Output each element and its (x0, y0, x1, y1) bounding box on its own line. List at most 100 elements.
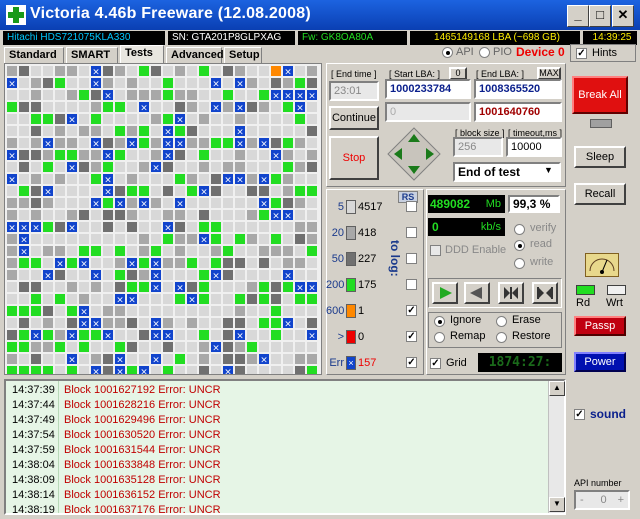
close-button[interactable]: ✕ (612, 5, 634, 27)
power-button[interactable]: Power (574, 352, 626, 372)
scan-block (151, 246, 161, 256)
ignore-radio[interactable] (434, 316, 445, 327)
stat-color-swatch (346, 304, 356, 318)
ddd-checkbox[interactable] (430, 245, 441, 256)
error-mark: × (92, 320, 100, 330)
scan-block (67, 366, 77, 374)
sleep-button[interactable]: Sleep (574, 146, 626, 168)
stat-log-checkbox[interactable]: ✓ (406, 305, 417, 316)
tab-advanced[interactable]: Advanced (166, 47, 224, 63)
verify-radio[interactable] (514, 224, 525, 235)
api-radio[interactable] (442, 47, 453, 58)
rewind-button[interactable] (464, 282, 490, 304)
hints-checkbox[interactable]: ✓ (576, 48, 587, 59)
scan-block (175, 210, 185, 220)
scroll-up-icon[interactable]: ▲ (549, 381, 565, 396)
tab-smart[interactable]: SMART (66, 47, 118, 63)
timeout-select[interactable]: 10000 (506, 137, 562, 157)
recall-button[interactable]: Recall (574, 183, 626, 205)
scan-block (67, 174, 77, 184)
scan-block (295, 138, 305, 148)
chevron-down-icon[interactable]: ▼ (544, 165, 553, 175)
maximize-button[interactable]: □ (589, 5, 611, 27)
scan-block (79, 330, 89, 340)
scan-block (115, 306, 125, 316)
scan-block (67, 126, 77, 136)
minus-icon[interactable]: - (580, 492, 584, 508)
hints-label: Hints (592, 47, 618, 59)
play-button[interactable] (432, 282, 458, 304)
stat-log-checkbox[interactable] (406, 279, 417, 290)
scan-block (151, 114, 161, 124)
scan-block (247, 198, 257, 208)
stat-log-checkbox[interactable]: ✓ (406, 331, 417, 342)
end-time-field[interactable]: 23:01 (329, 81, 379, 101)
scan-block (7, 234, 17, 244)
stop-button[interactable]: Stop (329, 136, 379, 180)
passp-button[interactable]: Passp (574, 316, 626, 336)
scan-block (31, 90, 41, 100)
scan-block (55, 138, 65, 148)
scan-block (19, 66, 29, 76)
scan-block (199, 330, 209, 340)
stat-log-checkbox[interactable] (406, 227, 417, 238)
break-all-button[interactable]: Break All (572, 76, 628, 114)
error-mark: × (152, 356, 160, 366)
scan-block (91, 258, 101, 268)
direction-pad-icon[interactable] (386, 126, 442, 182)
stat-log-checkbox[interactable] (406, 201, 417, 212)
scan-block (43, 354, 53, 364)
scan-block (67, 210, 77, 220)
scan-block (223, 234, 233, 244)
scan-block (19, 306, 29, 316)
read-radio[interactable] (514, 240, 525, 251)
end-button[interactable] (532, 282, 558, 304)
scan-block (31, 150, 41, 160)
restore-radio[interactable] (496, 332, 507, 343)
scan-block (55, 330, 65, 340)
scan-block (79, 102, 89, 112)
scan-block (7, 90, 17, 100)
api-number-field[interactable]: - 0 + (574, 490, 630, 510)
sound-checkbox[interactable]: ✓ (574, 409, 585, 420)
scan-block (283, 258, 293, 268)
scan-block (307, 246, 317, 256)
device-label[interactable]: Device 0 (516, 45, 565, 59)
scan-block (271, 282, 281, 292)
skip-button[interactable] (498, 282, 524, 304)
tab-tests[interactable]: Tests (120, 45, 164, 63)
scan-block (199, 66, 209, 76)
scan-block (199, 246, 209, 256)
break-indicator (590, 119, 612, 128)
grid-checkbox[interactable]: ✓ (430, 358, 441, 369)
log-scrollbar[interactable]: ▲ ▼ (548, 381, 565, 513)
remap-radio[interactable] (434, 332, 445, 343)
scan-block (307, 306, 317, 316)
continue-button[interactable]: Continue (329, 106, 379, 130)
start-lba-field[interactable]: 1000233784 (385, 79, 471, 99)
scan-block (271, 234, 281, 244)
tab-standard[interactable]: Standard (4, 47, 64, 63)
stat-log-checkbox[interactable]: ✓ (406, 357, 417, 368)
error-mark: × (128, 140, 136, 150)
scan-block (223, 186, 233, 196)
tab-setup[interactable]: Setup (224, 47, 262, 63)
scan-block (43, 174, 53, 184)
stat-log-checkbox[interactable] (406, 253, 417, 264)
block-size-select[interactable]: 256 (453, 137, 503, 157)
scroll-down-icon[interactable]: ▼ (549, 497, 565, 512)
end-lba-field[interactable]: 1008365520 (474, 79, 562, 99)
scan-block (235, 294, 245, 304)
speed-unit: kb/s (480, 221, 501, 233)
erase-radio[interactable] (496, 316, 507, 327)
scan-block (43, 90, 53, 100)
scan-block (187, 222, 197, 232)
scan-block (307, 294, 317, 304)
write-radio[interactable] (514, 258, 525, 269)
error-mark: × (20, 224, 28, 234)
error-mark: × (260, 200, 268, 210)
minimize-button[interactable]: _ (567, 5, 589, 27)
plus-icon[interactable]: + (618, 492, 624, 508)
pio-radio[interactable] (479, 47, 490, 58)
scan-block (211, 354, 221, 364)
